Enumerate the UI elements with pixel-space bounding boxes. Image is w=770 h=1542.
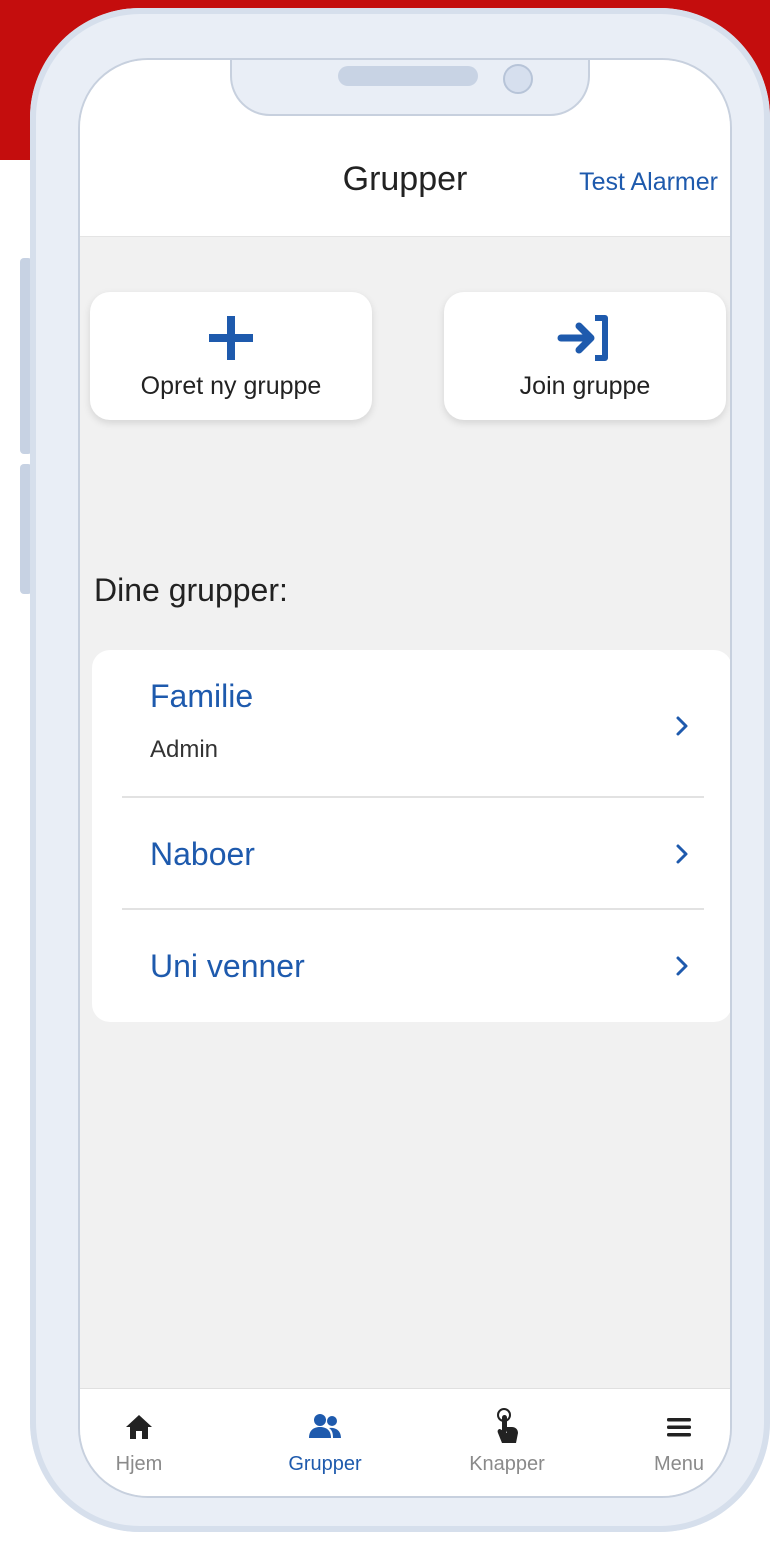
tab-label: Knapper [469,1453,545,1475]
plus-icon [90,312,372,364]
chevron-right-icon [676,956,688,976]
section-title: Dine grupper: [94,572,288,608]
app-screen: Grupper Test Alarmer Opret ny gruppe Joi… [78,58,732,1498]
group-name: Naboer [150,836,255,872]
phone-speaker [338,66,478,86]
people-icon [270,1407,380,1447]
join-group-label: Join gruppe [519,372,651,400]
phone-camera [503,64,533,94]
group-list: Familie Admin Naboer Uni venner [92,650,730,1022]
group-row-uni-venner[interactable]: Uni venner [92,910,730,1022]
home-icon [84,1407,194,1447]
create-group-label: Opret ny gruppe [140,372,322,400]
tab-label: Menu [653,1453,705,1475]
group-name: Uni venner [150,948,305,984]
test-alarms-link[interactable]: Test Alarmer [579,168,718,197]
group-name: Familie [150,678,254,714]
chevron-right-icon [676,844,688,864]
group-row-naboer[interactable]: Naboer [92,798,730,910]
hand-pointer-icon [452,1407,562,1447]
bottom-tab-bar: Hjem Grupper Knapper Menu [80,1388,730,1496]
tab-menu[interactable]: Menu [624,1407,730,1476]
create-group-button[interactable]: Opret ny gruppe [90,292,372,420]
tab-label: Hjem [115,1453,163,1475]
login-arrow-icon [444,312,726,364]
group-role: Admin [150,736,219,763]
tab-label: Grupper [288,1453,362,1475]
group-row-familie[interactable]: Familie Admin [92,650,730,798]
hamburger-menu-icon [624,1407,730,1447]
chevron-right-icon [676,716,688,736]
tab-hjem[interactable]: Hjem [84,1407,194,1476]
tab-grupper[interactable]: Grupper [270,1407,380,1476]
tab-knapper[interactable]: Knapper [452,1407,562,1476]
join-group-button[interactable]: Join gruppe [444,292,726,420]
